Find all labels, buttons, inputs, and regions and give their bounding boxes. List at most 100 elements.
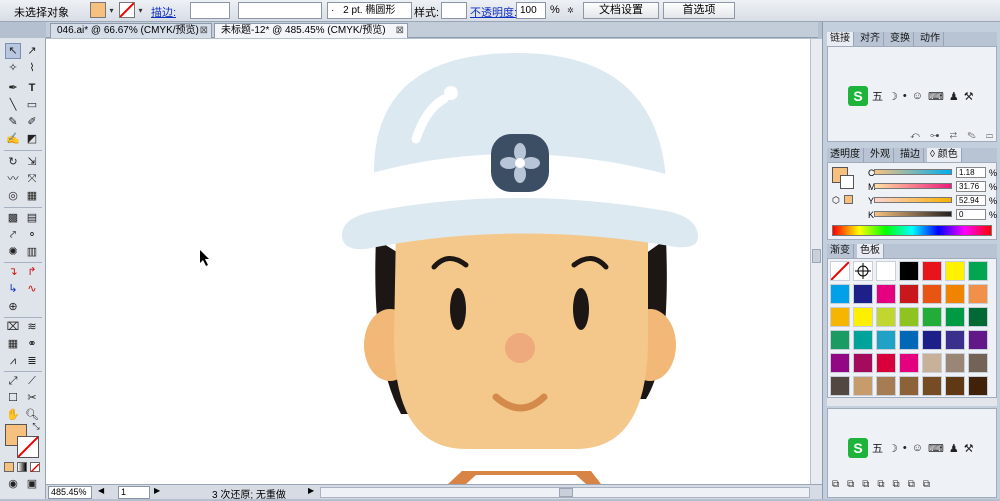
swatch[interactable] xyxy=(853,284,873,304)
yellow-value[interactable]: 52.94 xyxy=(956,195,986,206)
yellow-slider[interactable] xyxy=(874,197,952,203)
swatch[interactable] xyxy=(945,376,965,396)
fill-dropdown-icon[interactable]: ▾ xyxy=(106,3,117,18)
swatch[interactable] xyxy=(899,261,919,281)
color-mode-icon[interactable] xyxy=(4,462,14,472)
cyan-slider[interactable] xyxy=(874,169,952,175)
target-tool-icon[interactable]: ⊕ xyxy=(5,299,21,315)
none-mode-icon[interactable] xyxy=(30,462,40,473)
vertical-scrollbar[interactable] xyxy=(810,39,822,484)
swatch[interactable] xyxy=(968,353,988,373)
close-icon[interactable]: ⊠ xyxy=(200,24,208,37)
zoom-input[interactable]: 485.45% xyxy=(48,486,92,499)
skin-icon[interactable]: ♟ xyxy=(949,90,959,103)
stroke-label-link[interactable]: 描边: xyxy=(151,4,176,20)
perspective-grid-tool-icon[interactable]: ▩ xyxy=(5,210,21,226)
tab-color[interactable]: ◊ 颜色 xyxy=(927,148,962,162)
tab-appearance[interactable]: 外观 xyxy=(867,148,894,162)
gamut-swatch[interactable] xyxy=(844,195,853,204)
gradient-tool-icon[interactable]: ▤ xyxy=(24,210,40,226)
swatch[interactable] xyxy=(922,261,942,281)
graph-tool-icon[interactable]: ≣ xyxy=(24,353,40,369)
shape-builder-tool-icon[interactable]: ◎ xyxy=(5,188,21,204)
variable-width-select[interactable] xyxy=(238,2,322,19)
screen-mode-icon[interactable]: ▣ xyxy=(24,476,40,492)
fill-swatch[interactable] xyxy=(90,2,106,18)
page-prev-icon[interactable]: ◀ xyxy=(98,486,104,495)
swatch[interactable] xyxy=(853,330,873,350)
wrench-icon[interactable]: ⚒ xyxy=(964,442,974,455)
gradient-mode-icon[interactable] xyxy=(17,462,27,472)
swatch[interactable] xyxy=(922,330,942,350)
page-next-icon[interactable]: ▶ xyxy=(154,486,160,495)
keyboard-icon[interactable]: ⌨ xyxy=(928,442,944,455)
swatch[interactable] xyxy=(945,307,965,327)
swatch[interactable] xyxy=(876,307,896,327)
page-number-input[interactable]: 1 xyxy=(118,486,150,499)
join-path-tool-icon[interactable]: ↳ xyxy=(5,281,21,297)
hand-tool-icon[interactable]: ✋ xyxy=(5,407,21,423)
swatch[interactable] xyxy=(830,330,850,350)
dot-icon[interactable]: • xyxy=(903,442,907,454)
swatch[interactable] xyxy=(876,353,896,373)
wrench-icon[interactable]: ⚒ xyxy=(964,90,974,103)
tab-links[interactable]: 链接 xyxy=(827,32,854,46)
puppet-warp-tool-icon[interactable]: ⚭ xyxy=(24,336,40,352)
curve-path-tool-icon[interactable]: ↱ xyxy=(24,264,40,280)
swatch[interactable] xyxy=(899,284,919,304)
skin-icon[interactable]: ♟ xyxy=(949,442,959,455)
swatch[interactable] xyxy=(899,353,919,373)
dot-icon[interactable]: • xyxy=(903,90,907,102)
scrollbar-thumb[interactable] xyxy=(559,488,573,497)
magic-wand-tool-icon[interactable]: ✧ xyxy=(5,60,21,76)
swatch[interactable] xyxy=(968,284,988,304)
ime-wubi[interactable]: 五 xyxy=(872,88,883,104)
stroke-color-box[interactable] xyxy=(17,436,39,458)
color-spectrum[interactable] xyxy=(832,225,992,236)
tab-046-ai[interactable]: 046.ai* @ 66.67% (CMYK/预览) ⊠ xyxy=(50,23,212,38)
swatch[interactable] xyxy=(876,261,896,281)
recolor-icon[interactable]: ✲ xyxy=(565,3,576,18)
swatch[interactable] xyxy=(968,376,988,396)
type-tool-icon[interactable]: T xyxy=(24,80,40,96)
blend-tool-icon[interactable]: ⚬ xyxy=(24,227,40,243)
swatch[interactable] xyxy=(945,284,965,304)
lasso-tool-icon[interactable]: ⌇ xyxy=(24,60,40,76)
pathfinder-icons[interactable]: ⧉⧉⧉⧉⧉⧉⧉ xyxy=(832,479,992,493)
blob-brush-tool-icon[interactable]: ✍ xyxy=(5,131,21,147)
magenta-slider[interactable] xyxy=(874,183,952,189)
swatch-none[interactable] xyxy=(830,261,850,281)
sogou-logo-icon[interactable]: S xyxy=(848,438,868,458)
tab-transform[interactable]: 变换 xyxy=(887,32,914,46)
smile-icon[interactable]: ☺ xyxy=(912,90,923,102)
swatch[interactable] xyxy=(922,284,942,304)
mesh-tool-icon[interactable]: ▦ xyxy=(5,336,21,352)
horizontal-scrollbar[interactable] xyxy=(320,487,810,498)
tab-swatches[interactable]: 色板 xyxy=(857,244,884,258)
swatch[interactable] xyxy=(853,307,873,327)
swatch[interactable] xyxy=(853,353,873,373)
swatch[interactable] xyxy=(968,330,988,350)
black-slider[interactable] xyxy=(874,211,952,217)
tab-actions[interactable]: 动作 xyxy=(917,32,944,46)
swatch[interactable] xyxy=(830,307,850,327)
swatch[interactable] xyxy=(945,353,965,373)
pencil-tool-icon[interactable]: ✐ xyxy=(24,114,40,130)
slice-tool-icon[interactable]: ≋ xyxy=(24,319,40,335)
moon-icon[interactable]: ☽ xyxy=(888,90,898,103)
swatch[interactable] xyxy=(968,261,988,281)
tab-gradient[interactable]: 渐变 xyxy=(827,244,854,258)
close-icon[interactable]: ⊠ xyxy=(396,24,404,37)
swatch[interactable] xyxy=(945,261,965,281)
smile-icon[interactable]: ☺ xyxy=(912,442,923,454)
eraser-tool-icon[interactable]: ◩ xyxy=(24,131,40,147)
pen-tool-icon[interactable]: ✒ xyxy=(5,80,21,96)
swatch[interactable] xyxy=(899,376,919,396)
stroke-weight-input[interactable] xyxy=(190,2,230,19)
swatch[interactable] xyxy=(876,330,896,350)
swap-fill-stroke-icon[interactable]: ⤡ xyxy=(28,418,44,434)
swatch[interactable] xyxy=(968,307,988,327)
style-select[interactable] xyxy=(441,2,467,19)
artboard-tool-icon[interactable]: ⌧ xyxy=(5,319,21,335)
measure-tool-icon[interactable]: ⤢ xyxy=(5,373,21,389)
